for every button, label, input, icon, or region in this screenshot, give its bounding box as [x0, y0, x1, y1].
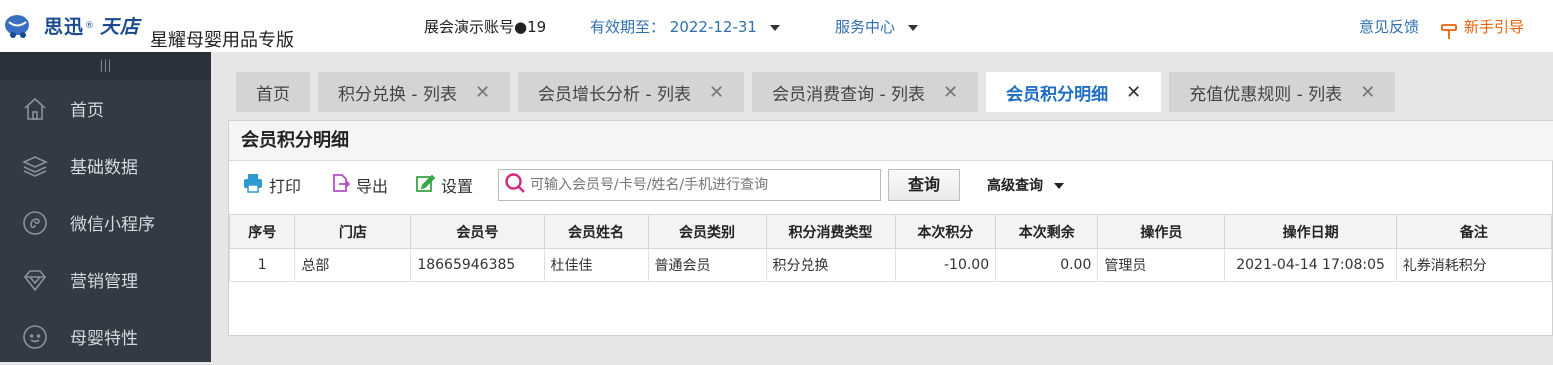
column-header[interactable]: 会员类别: [647, 214, 767, 249]
page-title: 会员积分明细: [229, 121, 1553, 161]
print-button[interactable]: 打印: [243, 173, 301, 197]
close-icon[interactable]: ✕: [709, 82, 724, 103]
expire-date: 2022-12-31: [669, 18, 757, 36]
points-detail-table: 序号 门店 会员号 会员姓名 会员类别 积分消费类型 本次积分 本次剩余 操作员…: [228, 214, 1553, 282]
cell-index: 1: [228, 248, 296, 282]
column-header[interactable]: 会员姓名: [543, 214, 649, 249]
sidebar-item-marketing[interactable]: 营销管理: [0, 251, 211, 308]
close-icon[interactable]: ✕: [475, 82, 490, 103]
tab-member-consumption[interactable]: 会员消费查询 - 列表 ✕: [752, 72, 979, 112]
table-row[interactable]: 1 总部 18665946385 杜佳佳 普通会员 积分兑换 -10.00 0.…: [228, 248, 1553, 282]
settings-label: 设置: [441, 177, 474, 196]
tab-label: 会员积分明细: [1006, 84, 1109, 105]
column-header[interactable]: 门店: [294, 214, 412, 249]
sidebar-item-label: 首页: [70, 101, 104, 121]
search-input[interactable]: [530, 177, 870, 193]
tab-label: 充值优惠规则 - 列表: [1189, 84, 1343, 105]
tab-bar: 首页 积分兑换 - 列表 ✕ 会员增长分析 - 列表 ✕ 会员消费查询 - 列表…: [236, 72, 1403, 112]
diamond-icon: [0, 267, 70, 293]
sidebar: ||| 首页 基础数据 微信小程序 营销管理 母婴特性: [0, 52, 211, 362]
tab-label: 会员增长分析 - 列表: [538, 84, 691, 105]
toolbar: 打印 导出 设置 查询 高级查询: [229, 169, 1553, 203]
sidebar-item-label: 母婴特性: [70, 329, 138, 349]
column-header[interactable]: 操作员: [1097, 214, 1226, 249]
cell-remaining: 0.00: [995, 248, 1099, 282]
tab-home[interactable]: 首页: [236, 72, 310, 112]
cell-remark: 礼券消耗积分: [1395, 248, 1553, 282]
close-icon[interactable]: ✕: [1126, 82, 1141, 103]
expire-label: 有效期至：: [590, 18, 666, 36]
advanced-query-label: 高级查询: [987, 178, 1043, 194]
cell-member-type: 普通会员: [647, 248, 767, 282]
chevron-down-icon: [769, 24, 780, 31]
tab-member-points-detail[interactable]: 会员积分明细 ✕: [986, 72, 1162, 112]
column-header[interactable]: 序号: [228, 214, 296, 249]
column-header[interactable]: 备注: [1395, 214, 1553, 249]
sidebar-item-basic-data[interactable]: 基础数据: [0, 137, 211, 194]
guide-label: 新手引导: [1464, 18, 1525, 36]
close-icon[interactable]: ✕: [1360, 82, 1375, 103]
tab-recharge-rules[interactable]: 充值优惠规则 - 列表 ✕: [1169, 72, 1396, 112]
logo-text-2: 天店: [100, 16, 141, 38]
column-header[interactable]: 本次积分: [894, 214, 997, 249]
account-name: 展会演示账号●19: [424, 18, 547, 36]
export-label: 导出: [356, 177, 389, 196]
settings-button[interactable]: 设置: [415, 173, 473, 197]
store-name: 星耀母婴用品专版: [150, 30, 294, 51]
sidebar-item-label: 基础数据: [70, 158, 138, 178]
column-header[interactable]: 操作日期: [1224, 214, 1397, 249]
printer-icon: [243, 173, 263, 197]
tab-label: 会员消费查询 - 列表: [772, 84, 926, 105]
edit-icon: [415, 173, 436, 197]
sidebar-item-home[interactable]: 首页: [0, 80, 211, 137]
service-center-dropdown[interactable]: 服务中心: [835, 16, 918, 37]
cell-operator: 管理员: [1097, 248, 1226, 282]
guide-link[interactable]: 新手引导: [1440, 16, 1524, 44]
close-icon[interactable]: ✕: [943, 82, 958, 103]
tab-label: 首页: [256, 84, 290, 105]
export-icon: [330, 173, 351, 197]
sidebar-item-label: 营销管理: [70, 272, 138, 292]
search-icon: [504, 172, 526, 198]
cell-points-type: 积分兑换: [765, 248, 896, 282]
cell-date: 2021-04-14 17:08:05: [1224, 248, 1397, 282]
tab-member-growth[interactable]: 会员增长分析 - 列表 ✕: [518, 72, 745, 112]
cell-member-no: 18665946385: [410, 248, 545, 282]
print-label: 打印: [269, 177, 302, 196]
cell-member-name: 杜佳佳: [543, 248, 649, 282]
cell-points: -10.00: [894, 248, 997, 282]
service-center-label: 服务中心: [835, 18, 896, 36]
sidebar-toggle[interactable]: |||: [0, 52, 211, 80]
search-field[interactable]: [498, 169, 881, 201]
logo[interactable]: 思迅 ® 天店: [4, 12, 140, 39]
column-header[interactable]: 本次剩余: [995, 214, 1099, 249]
logo-text: 思迅: [44, 16, 85, 38]
sidebar-item-label: 微信小程序: [70, 215, 155, 235]
sidebar-item-miniprogram[interactable]: 微信小程序: [0, 194, 211, 251]
sidebar-item-maternal[interactable]: 母婴特性: [0, 308, 211, 365]
export-button[interactable]: 导出: [330, 173, 388, 197]
chevron-down-icon: [907, 24, 918, 31]
content-panel: 会员积分明细 打印 导出 设置 查询 高级查询: [228, 120, 1553, 336]
cart-logo-icon: [4, 13, 42, 39]
tab-label: 积分兑换 - 列表: [338, 84, 457, 105]
home-icon: [0, 96, 70, 122]
query-button[interactable]: 查询: [888, 169, 960, 201]
logo-registered-mark: ®: [85, 20, 95, 31]
layers-icon: [0, 153, 70, 179]
feedback-link[interactable]: 意见反馈: [1359, 16, 1419, 37]
tab-points-exchange[interactable]: 积分兑换 - 列表 ✕: [318, 72, 511, 112]
baby-icon: [0, 324, 70, 350]
miniprogram-icon: [0, 210, 70, 236]
advanced-query-dropdown[interactable]: 高级查询: [987, 175, 1064, 195]
chevron-down-icon: [1053, 183, 1064, 189]
table-header-row: 序号 门店 会员号 会员姓名 会员类别 积分消费类型 本次积分 本次剩余 操作员…: [228, 214, 1553, 249]
cell-store: 总部: [294, 248, 412, 282]
top-header: 思迅 ® 天店 星耀母婴用品专版 展会演示账号●19 有效期至： 2022-12…: [0, 0, 1553, 52]
guide-icon: [1440, 22, 1458, 44]
expire-dropdown[interactable]: 有效期至： 2022-12-31: [590, 16, 780, 37]
column-header[interactable]: 会员号: [410, 214, 545, 249]
column-header[interactable]: 积分消费类型: [765, 214, 896, 249]
